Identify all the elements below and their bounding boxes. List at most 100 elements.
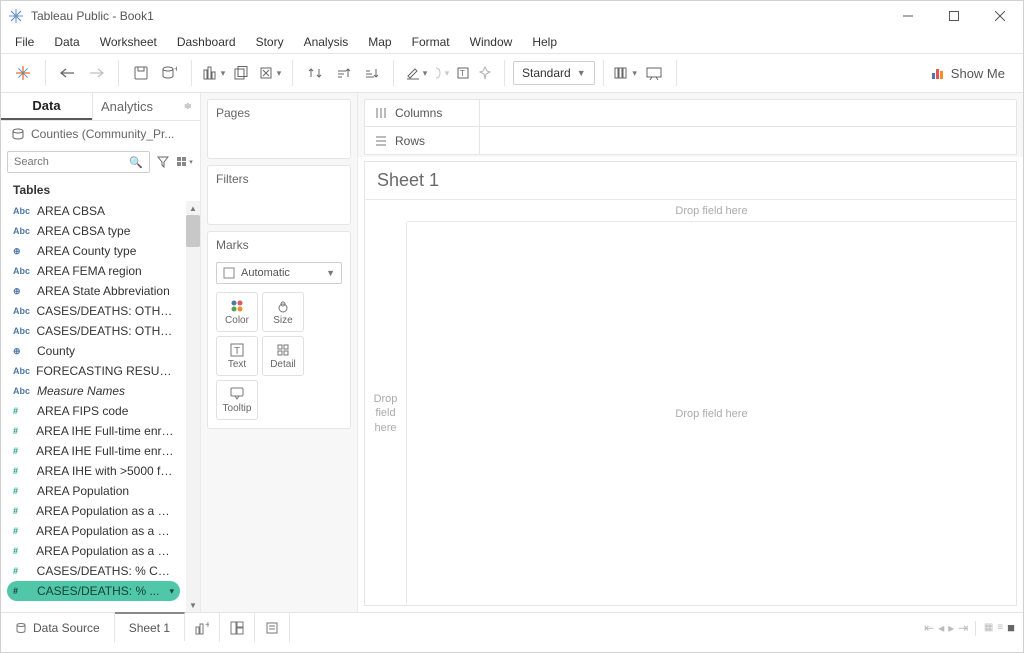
hash-icon: # — [13, 406, 31, 416]
duplicate-button[interactable] — [228, 60, 256, 86]
tab-analytics[interactable]: Analytics ≑ — [92, 93, 200, 120]
field-item[interactable]: AbcCASES/DEATHS: OTHE... — [1, 301, 186, 321]
field-item[interactable]: AbcAREA FEMA region — [1, 261, 186, 281]
view-full-icon[interactable]: ■ — [1007, 620, 1015, 635]
drop-cell-zone[interactable]: Drop field here — [407, 222, 1016, 605]
minimize-button[interactable] — [885, 1, 931, 31]
search-input[interactable]: 🔍 — [7, 151, 150, 173]
nav-first-icon[interactable]: ⇤ — [924, 621, 934, 635]
filter-icon[interactable] — [154, 156, 172, 168]
mark-type-dropdown[interactable]: Automatic ▼ — [216, 262, 342, 284]
redo-button[interactable] — [82, 60, 110, 86]
pin-button[interactable] — [474, 60, 496, 86]
menu-file[interactable]: File — [5, 33, 44, 51]
new-dashboard-tab-button[interactable] — [220, 613, 255, 642]
new-story-tab-button[interactable] — [255, 613, 290, 642]
clear-button[interactable]: ▾ — [256, 60, 284, 86]
data-source-tab[interactable]: Data Source — [1, 613, 115, 642]
field-item[interactable]: #AREA Population — [1, 481, 186, 501]
field-item[interactable]: AbcMeasure Names — [1, 381, 186, 401]
mark-tooltip-label: Tooltip — [223, 403, 252, 414]
sheet-canvas[interactable]: Sheet 1 Drop field here Dropfieldhere Dr… — [364, 161, 1017, 606]
sort-desc-button[interactable] — [357, 60, 385, 86]
drop-columns-zone[interactable]: Drop field here — [407, 200, 1016, 222]
field-item[interactable]: #AREA Population as a pe... — [1, 521, 186, 541]
status-bar-right: ⇤ ◂ ▸ ⇥ │ ▦ ≡ ■ — [924, 613, 1023, 642]
rows-shelf[interactable]: Rows — [364, 127, 1017, 155]
field-item[interactable]: ⊕AREA County type — [1, 241, 186, 261]
labels-button[interactable]: T — [452, 60, 474, 86]
save-button[interactable] — [127, 60, 155, 86]
menu-window[interactable]: Window — [460, 33, 523, 51]
new-worksheet-button[interactable]: ▾ — [200, 60, 228, 86]
field-item[interactable]: ⊕County — [1, 341, 186, 361]
datasource-row[interactable]: Counties (Community_Pr... — [1, 121, 200, 147]
field-item[interactable]: #CASES/DEATHS: % ...▾ — [7, 581, 180, 601]
menu-dashboard[interactable]: Dashboard — [167, 33, 246, 51]
analytics-menu-icon[interactable]: ≑ — [184, 101, 192, 112]
undo-button[interactable] — [54, 60, 82, 86]
field-item[interactable]: AbcAREA CBSA type — [1, 221, 186, 241]
menu-format[interactable]: Format — [402, 33, 460, 51]
field-item[interactable]: #AREA IHE Full-time enrol... — [1, 421, 186, 441]
mark-color-button[interactable]: Color — [216, 292, 258, 332]
nav-next-icon[interactable]: ▸ — [948, 621, 954, 635]
marks-card: Marks Automatic ▼ Color Size T — [207, 231, 351, 429]
view-grid-icon[interactable]: ▦ — [984, 622, 993, 633]
field-item[interactable]: ⊕AREA State Abbreviation — [1, 281, 186, 301]
field-item[interactable]: #AREA IHE Full-time enrol... — [1, 441, 186, 461]
menu-story[interactable]: Story — [246, 33, 294, 51]
mark-detail-button[interactable]: Detail — [262, 336, 304, 376]
search-field[interactable] — [14, 156, 129, 168]
sort-asc-button[interactable] — [329, 60, 357, 86]
field-item[interactable]: #AREA FIPS code — [1, 401, 186, 421]
menu-help[interactable]: Help — [522, 33, 567, 51]
sheet-tab[interactable]: Sheet 1 — [115, 612, 185, 641]
field-item[interactable]: AbcAREA CBSA — [1, 201, 186, 221]
field-item[interactable]: AbcFORECASTING RESULT... — [1, 361, 186, 381]
tableau-logo-icon[interactable] — [9, 60, 37, 86]
pages-shelf[interactable]: Pages — [207, 99, 351, 159]
presentation-button[interactable] — [640, 60, 668, 86]
field-item[interactable]: #AREA Population as a pe... — [1, 501, 186, 521]
close-button[interactable] — [977, 1, 1023, 31]
scroll-thumb[interactable] — [186, 215, 200, 247]
field-item[interactable]: #CASES/DEATHS: % CH... — [1, 561, 186, 581]
new-data-source-button[interactable]: + — [155, 60, 183, 86]
field-item[interactable]: #AREA IHE with >5000 fu... — [1, 461, 186, 481]
show-me-button[interactable]: Show Me — [931, 66, 1023, 81]
view-options-icon[interactable]: ▾ — [176, 157, 194, 167]
mark-text-button[interactable]: T Text — [216, 336, 258, 376]
filters-shelf[interactable]: Filters — [207, 165, 351, 225]
mark-tooltip-button[interactable]: Tooltip — [216, 380, 258, 420]
fit-dropdown[interactable]: Standard ▼ — [513, 61, 595, 85]
new-worksheet-tab-button[interactable]: + — [185, 613, 220, 642]
nav-last-icon[interactable]: ⇥ — [958, 621, 968, 635]
group-button[interactable]: ▾ — [430, 60, 452, 86]
mark-color-label: Color — [225, 315, 249, 326]
menu-data[interactable]: Data — [44, 33, 89, 51]
hash-icon: # — [13, 566, 31, 576]
mark-size-button[interactable]: Size — [262, 292, 304, 332]
tab-data[interactable]: Data — [1, 93, 92, 120]
field-item[interactable]: #AREA Population as a pe... — [1, 541, 186, 561]
menu-analysis[interactable]: Analysis — [294, 33, 359, 51]
menu-map[interactable]: Map — [358, 33, 401, 51]
cards-button[interactable]: ▾ — [612, 60, 640, 86]
columns-shelf[interactable]: Columns — [364, 99, 1017, 127]
highlight-button[interactable]: ▾ — [402, 60, 430, 86]
view-list-icon[interactable]: ≡ — [997, 622, 1003, 633]
scroll-down-icon[interactable]: ▼ — [186, 598, 200, 612]
field-item[interactable]: AbcCASES/DEATHS: OTHE... — [1, 321, 186, 341]
field-dropdown-icon[interactable]: ▾ — [169, 586, 174, 597]
sheet-title[interactable]: Sheet 1 — [365, 162, 1016, 199]
scroll-up-icon[interactable]: ▲ — [186, 201, 200, 215]
drop-rows-zone[interactable]: Dropfieldhere — [365, 222, 407, 605]
swap-button[interactable] — [301, 60, 329, 86]
scrollbar[interactable]: ▲ ▼ — [186, 201, 200, 612]
maximize-button[interactable] — [931, 1, 977, 31]
nav-prev-icon[interactable]: ◂ — [938, 621, 944, 635]
field-label: AREA FEMA region — [37, 264, 142, 278]
field-label: AREA Population as a pe... — [36, 544, 174, 558]
menu-worksheet[interactable]: Worksheet — [90, 33, 167, 51]
